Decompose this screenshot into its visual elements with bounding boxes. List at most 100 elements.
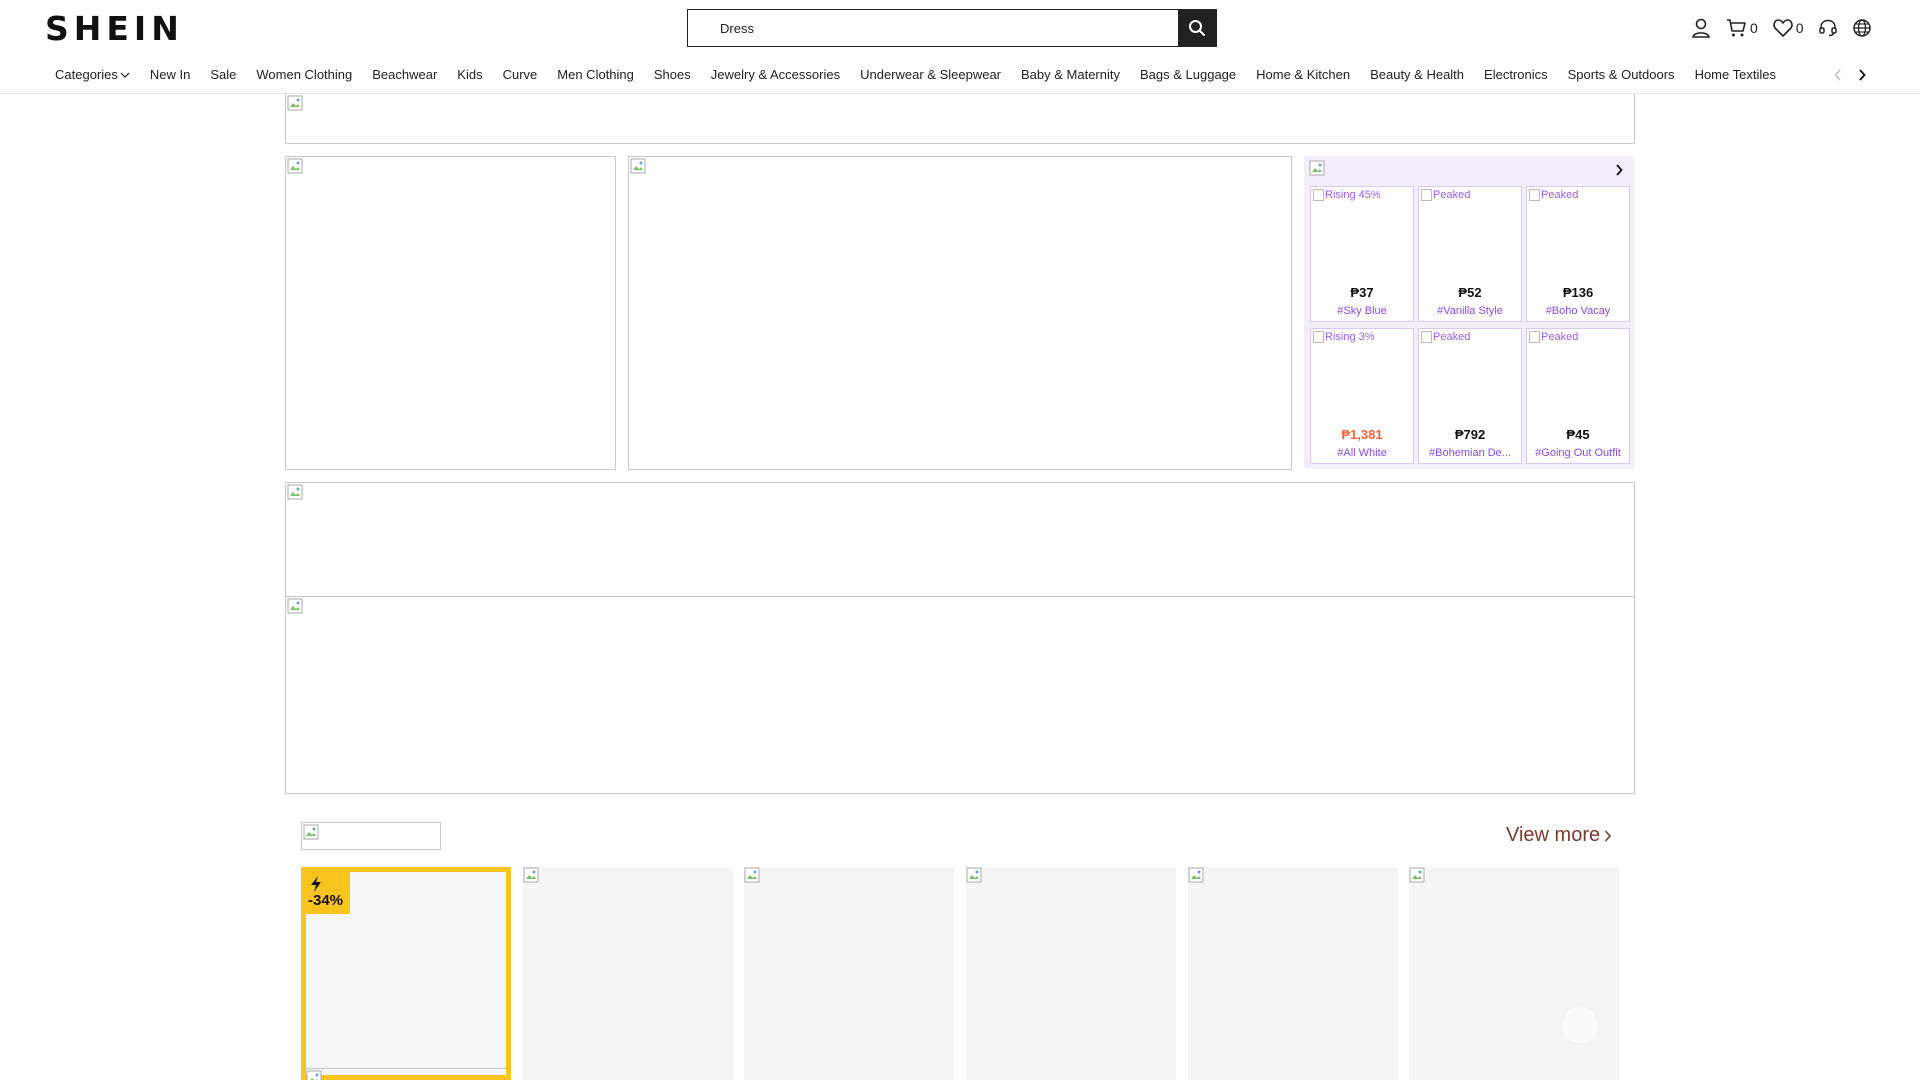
trends-more-button[interactable] — [1612, 162, 1626, 178]
top-banner[interactable] — [285, 94, 1635, 144]
trend-tag: Peaked — [1421, 189, 1470, 201]
search-bar — [687, 9, 1217, 47]
nav-item-underwear-sleepwear[interactable]: Underwear & Sleepwear — [860, 67, 1001, 82]
broken-image-icon — [1188, 867, 1204, 883]
product-secondary-image — [306, 1068, 506, 1080]
product-card[interactable] — [744, 867, 954, 1080]
view-more-link[interactable]: View more — [1506, 824, 1612, 847]
search-input[interactable] — [688, 10, 1178, 46]
chevron-right-icon — [1859, 69, 1866, 81]
nav-item-baby-maternity[interactable]: Baby & Maternity — [1021, 67, 1120, 82]
header: SHEIN 0 0 — [0, 0, 1920, 56]
nav-item-men-clothing[interactable]: Men Clothing — [557, 67, 634, 82]
broken-image-icon — [1313, 189, 1324, 201]
nav-item-shoes[interactable]: Shoes — [654, 67, 691, 82]
promo-banner-center[interactable] — [628, 156, 1292, 470]
nav-items: Categories New In Sale Women Clothing Be… — [55, 56, 1825, 93]
trend-price: ₱52 — [1458, 285, 1482, 300]
nav-item-new-in[interactable]: New In — [150, 67, 190, 82]
trend-tag: Rising 45% — [1313, 189, 1381, 201]
cart-button[interactable]: 0 — [1726, 17, 1758, 39]
headset-icon — [1818, 19, 1837, 37]
chevron-down-icon — [120, 72, 130, 78]
chevron-right-icon — [1605, 829, 1612, 842]
category-nav: Categories New In Sale Women Clothing Be… — [0, 56, 1920, 94]
broken-image-icon — [1529, 331, 1540, 343]
shein-logo[interactable]: SHEIN — [45, 9, 184, 48]
trend-name: #Sky Blue — [1337, 305, 1387, 317]
broken-image-icon — [306, 1070, 322, 1080]
promo-banner-left[interactable] — [285, 156, 616, 470]
cart-count: 0 — [1750, 20, 1758, 36]
trend-card[interactable]: Peaked ₱136 #Boho Vacay — [1526, 186, 1630, 322]
wide-banner-1[interactable] — [285, 482, 1635, 597]
product-card[interactable] — [966, 867, 1176, 1080]
nav-scroll-right-button[interactable] — [1854, 66, 1870, 84]
trend-tag-label: Peaked — [1541, 331, 1579, 343]
flash-discount-badge: -34% — [306, 872, 350, 914]
nav-scroll-left-button[interactable] — [1830, 66, 1846, 84]
trend-card[interactable]: Rising 3% ₱1,381 #All White — [1310, 328, 1414, 464]
trend-name: #Going Out Outfit — [1535, 447, 1621, 459]
chevron-left-icon — [1834, 69, 1841, 81]
nav-item-bags-luggage[interactable]: Bags & Luggage — [1140, 67, 1236, 82]
trend-price: ₱1,381 — [1341, 427, 1383, 442]
floating-action-bubble[interactable] — [1562, 1007, 1598, 1043]
trend-tag: Peaked — [1421, 331, 1470, 343]
trend-name: #All White — [1337, 447, 1387, 459]
trend-tag-label: Rising 3% — [1325, 331, 1375, 343]
trend-tag: Peaked — [1529, 189, 1578, 201]
chevron-right-icon — [1616, 164, 1623, 176]
header-icons: 0 0 — [1690, 14, 1886, 42]
nav-item-jewelry-accessories[interactable]: Jewelry & Accessories — [711, 67, 840, 82]
user-icon — [1692, 18, 1710, 38]
product-card[interactable] — [1188, 867, 1398, 1080]
trend-card[interactable]: Peaked ₱52 #Vanilla Style — [1418, 186, 1522, 322]
nav-item-sports-outdoors[interactable]: Sports & Outdoors — [1568, 67, 1675, 82]
trend-tag-label: Peaked — [1541, 189, 1579, 201]
wide-banner-2[interactable] — [285, 596, 1635, 794]
search-icon — [1189, 20, 1205, 36]
broken-image-icon — [1409, 867, 1425, 883]
broken-image-icon — [1529, 189, 1540, 201]
broken-image-icon — [287, 598, 303, 614]
nav-item-electronics[interactable]: Electronics — [1484, 67, 1548, 82]
nav-item-label: Categories — [55, 67, 118, 82]
broken-image-icon — [1309, 160, 1325, 176]
broken-image-icon — [287, 158, 303, 174]
trend-tag: Peaked — [1529, 331, 1578, 343]
product-card[interactable] — [523, 867, 733, 1080]
nav-item-sale[interactable]: Sale — [210, 67, 236, 82]
wishlist-button[interactable]: 0 — [1772, 17, 1804, 39]
search-button[interactable] — [1178, 10, 1216, 46]
nav-fade — [1810, 56, 1830, 93]
support-button[interactable] — [1818, 18, 1838, 38]
trend-tag: Rising 3% — [1313, 331, 1375, 343]
trends-panel: Rising 45% ₱37 #Sky Blue Peaked ₱52 #Van… — [1304, 156, 1634, 469]
trend-name: #Boho Vacay — [1545, 305, 1611, 317]
nav-item-categories[interactable]: Categories — [55, 67, 130, 82]
trend-card[interactable]: Rising 45% ₱37 #Sky Blue — [1310, 186, 1414, 322]
broken-image-icon — [1421, 189, 1432, 201]
trend-name: #Bohemian De... — [1429, 447, 1511, 459]
cart-icon — [1727, 19, 1746, 37]
trend-card[interactable]: Peaked ₱45 #Going Out Outfit — [1526, 328, 1630, 464]
discount-percent: -34% — [308, 892, 344, 909]
trend-price: ₱37 — [1350, 285, 1374, 300]
product-card[interactable] — [1409, 867, 1619, 1080]
trend-card[interactable]: Peaked ₱792 #Bohemian De... — [1418, 328, 1522, 464]
nav-item-beachwear[interactable]: Beachwear — [372, 67, 437, 82]
nav-item-home-kitchen[interactable]: Home & Kitchen — [1256, 67, 1350, 82]
broken-image-icon — [966, 867, 982, 883]
language-button[interactable] — [1852, 18, 1872, 38]
heart-icon — [1773, 19, 1793, 37]
product-card-featured[interactable]: -34% — [301, 867, 511, 1080]
view-more-label: View more — [1506, 824, 1601, 846]
account-button[interactable] — [1690, 17, 1712, 39]
nav-item-kids[interactable]: Kids — [457, 67, 482, 82]
nav-item-women-clothing[interactable]: Women Clothing — [256, 67, 352, 82]
nav-item-home-textiles[interactable]: Home Textiles — [1695, 67, 1776, 82]
nav-item-curve[interactable]: Curve — [503, 67, 538, 82]
nav-item-beauty-health[interactable]: Beauty & Health — [1370, 67, 1464, 82]
wishlist-count: 0 — [1795, 20, 1804, 36]
